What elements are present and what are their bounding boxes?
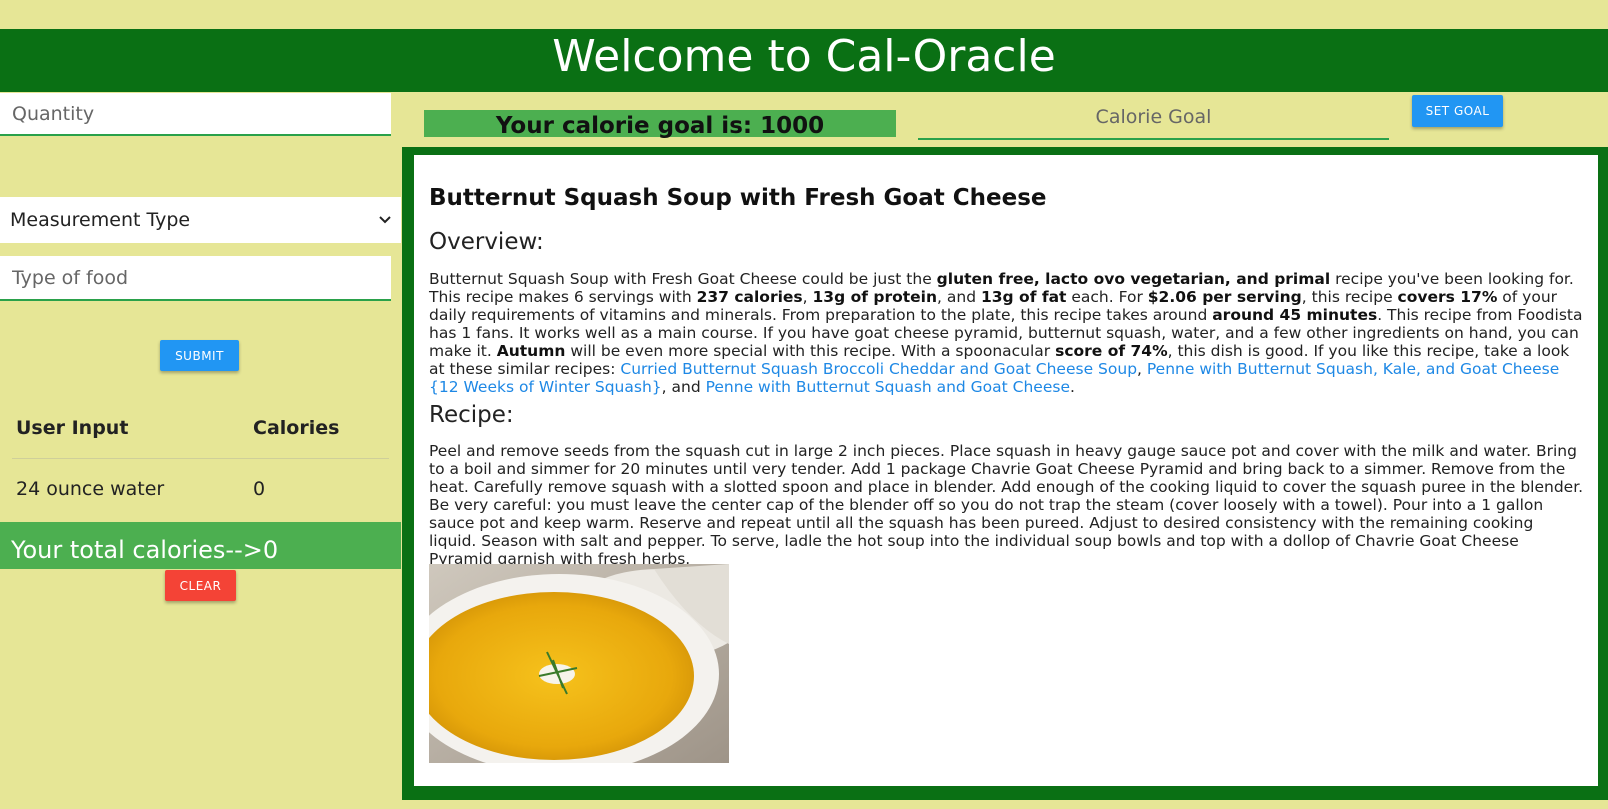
overview-bold-part: 13g of fat bbox=[980, 288, 1067, 306]
calorie-table: User Input Calories 24 ounce water 0 bbox=[0, 398, 401, 519]
left-panel: Measurement Type SUBMIT User Input Calor… bbox=[0, 93, 401, 809]
table-header-row: User Input Calories bbox=[12, 398, 389, 459]
overview-heading: Overview: bbox=[429, 229, 544, 255]
submit-button[interactable]: SUBMIT bbox=[160, 340, 239, 371]
overview-text: Butternut Squash Soup with Fresh Goat Ch… bbox=[429, 270, 1584, 396]
overview-text-part: will be even more special with this reci… bbox=[565, 342, 1056, 360]
similar-recipe-link[interactable]: Curried Butternut Squash Broccoli Chedda… bbox=[620, 360, 1137, 378]
overview-text-part: , bbox=[1137, 360, 1147, 378]
overview-bold-part: around 45 minutes bbox=[1212, 306, 1378, 324]
soup-bowl-illustration bbox=[429, 564, 729, 763]
overview-bold-part: $2.06 per serving bbox=[1147, 288, 1302, 306]
overview-bold-part: score of 74% bbox=[1055, 342, 1168, 360]
chevron-down-icon bbox=[379, 216, 391, 224]
calorie-goal-display: Your calorie goal is: 1000 bbox=[424, 110, 896, 139]
app-header: Welcome to Cal-Oracle bbox=[0, 29, 1608, 92]
total-calories-bar: Your total calories-->0 bbox=[0, 522, 401, 569]
overview-text-part: each. For bbox=[1066, 288, 1148, 306]
total-calories-text: Your total calories-->0 bbox=[11, 536, 279, 564]
recipe-card: Butternut Squash Soup with Fresh Goat Ch… bbox=[414, 155, 1598, 786]
food-type-input[interactable] bbox=[0, 256, 391, 301]
overview-text-part: , bbox=[802, 288, 813, 306]
recipe-instructions: Peel and remove seeds from the squash cu… bbox=[429, 442, 1584, 568]
similar-recipe-link[interactable]: Penne with Butternut Squash and Goat Che… bbox=[706, 378, 1070, 396]
clear-button[interactable]: CLEAR bbox=[165, 570, 236, 601]
column-header-user-input: User Input bbox=[16, 417, 129, 439]
overview-bold-part: 237 calories bbox=[696, 288, 803, 306]
overview-text-part: Butternut Squash Soup with Fresh Goat Ch… bbox=[429, 270, 937, 288]
overview-text-part: , this recipe bbox=[1301, 288, 1398, 306]
soup-image bbox=[429, 564, 729, 763]
column-header-calories: Calories bbox=[253, 417, 340, 439]
recipe-title: Butternut Squash Soup with Fresh Goat Ch… bbox=[429, 185, 1047, 211]
overview-text-part: , and bbox=[661, 378, 706, 396]
overview-text-part: , and bbox=[937, 288, 981, 306]
cell-user-input: 24 ounce water bbox=[16, 478, 165, 500]
page-title: Welcome to Cal-Oracle bbox=[552, 31, 1056, 82]
overview-bold-part: 13g of protein bbox=[812, 288, 938, 306]
quantity-input[interactable] bbox=[0, 93, 391, 136]
cell-calories: 0 bbox=[253, 478, 266, 500]
measurement-type-value: Measurement Type bbox=[10, 209, 191, 231]
overview-text-part: . bbox=[1070, 378, 1075, 396]
table-row: 24 ounce water 0 bbox=[0, 459, 401, 519]
calorie-goal-text: Your calorie goal is: 1000 bbox=[495, 113, 825, 139]
calorie-goal-input[interactable] bbox=[918, 95, 1389, 140]
overview-bold-part: Autumn bbox=[496, 342, 566, 360]
overview-bold-part: gluten free, lacto ovo vegetarian, and p… bbox=[936, 270, 1331, 288]
measurement-type-select[interactable]: Measurement Type bbox=[0, 197, 401, 243]
overview-bold-part: covers 17% bbox=[1397, 288, 1498, 306]
set-goal-button[interactable]: SET GOAL bbox=[1412, 95, 1503, 127]
recipe-heading: Recipe: bbox=[429, 402, 514, 428]
